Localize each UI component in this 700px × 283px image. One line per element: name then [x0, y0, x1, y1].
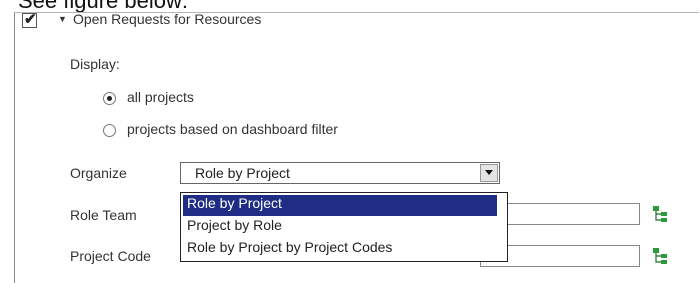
radio-dashboard-filter-label: projects based on dashboard filter [127, 121, 338, 137]
organize-dropdown-list: Role by Project Project by Role Role by … [180, 192, 508, 262]
dropdown-option-project-by-role[interactable]: Project by Role [183, 217, 497, 238]
tree-picker-icon[interactable] [652, 205, 668, 223]
role-team-label: Role Team [70, 207, 137, 223]
display-label: Display: [70, 56, 120, 72]
radio-all-projects-label: all projects [127, 89, 194, 105]
radio-all-projects[interactable] [103, 92, 116, 105]
section-enable-checkbox[interactable]: ✔ [22, 11, 37, 28]
collapse-triangle-icon[interactable]: ▼ [58, 14, 67, 24]
section-title: Open Requests for Resources [73, 11, 262, 27]
organize-select[interactable]: Role by Project [180, 162, 500, 184]
dropdown-arrow-icon[interactable] [480, 164, 498, 182]
project-code-label: Project Code [70, 248, 151, 264]
dropdown-option-role-by-project-by-codes[interactable]: Role by Project by Project Codes [183, 239, 497, 260]
radio-dashboard-filter[interactable] [103, 124, 116, 137]
dropdown-option-role-by-project[interactable]: Role by Project [183, 195, 497, 216]
organize-select-value: Role by Project [195, 165, 290, 181]
checkmark-icon: ✔ [24, 11, 37, 28]
tree-picker-icon[interactable] [652, 247, 668, 265]
organize-label: Organize [70, 165, 127, 181]
